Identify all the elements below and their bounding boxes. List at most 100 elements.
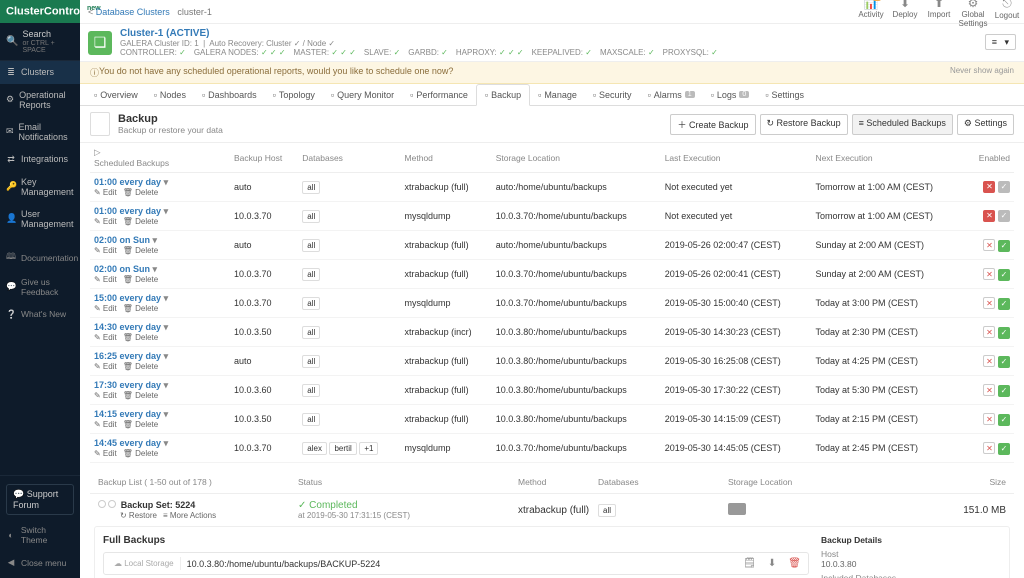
select-checkbox[interactable]	[108, 500, 116, 508]
edit-button[interactable]: ✎ Edit	[94, 304, 117, 313]
select-checkbox[interactable]	[98, 500, 106, 508]
enable-on-button[interactable]: ✓	[998, 269, 1010, 281]
enable-on-button[interactable]: ✓	[998, 327, 1010, 339]
enable-on-button[interactable]: ✓	[998, 385, 1010, 397]
sidebar-item-integrations[interactable]: ⇄Integrations	[0, 148, 80, 171]
backup-set: Backup Set: 5224 ↻ Restore≡ More Actions…	[90, 494, 1014, 578]
enable-on-button[interactable]: ✓	[998, 443, 1010, 455]
tab-performance[interactable]: ▫ Performance	[402, 84, 476, 105]
edit-button[interactable]: ✎ Edit	[94, 333, 117, 342]
edit-button[interactable]: ✎ Edit	[94, 420, 117, 429]
delete-button[interactable]: 🗑 Delete	[123, 420, 159, 429]
storage-location: 10.0.3.70:/home/ubuntu/backups	[492, 434, 661, 463]
delete-button[interactable]: 🗑 Delete	[123, 333, 159, 342]
tab-alarms[interactable]: ▫ Alarms 1	[640, 84, 703, 105]
edit-button[interactable]: ✎ Edit	[94, 449, 117, 458]
edit-button[interactable]: ✎ Edit	[94, 188, 117, 197]
schedule-name[interactable]: 02:00 on Sun ▾	[94, 235, 226, 246]
log-icon[interactable]: 🗒	[740, 558, 759, 569]
sidebar-item-user-management[interactable]: 👤User Management	[0, 203, 80, 235]
download-icon[interactable]: ⬇	[765, 558, 779, 569]
enable-off-button[interactable]: ✕	[983, 210, 995, 222]
topaction-global-settings[interactable]: ⚙Global Settings	[956, 0, 990, 30]
topaction-logout[interactable]: ⎋Logout	[990, 0, 1024, 30]
tab-overview[interactable]: ▫ Overview	[86, 84, 146, 105]
enable-on-button[interactable]: ✓	[998, 414, 1010, 426]
delete-button[interactable]: 🗑 Delete	[123, 217, 159, 226]
notice-never-show[interactable]: Never show again	[950, 66, 1014, 79]
edit-button[interactable]: ✎ Edit	[94, 275, 117, 284]
edit-button[interactable]: ✎ Edit	[94, 391, 117, 400]
tab-security[interactable]: ▫ Security	[585, 84, 640, 105]
sidebar-item-give-us-feedback[interactable]: 💬Give us Feedback	[0, 271, 80, 303]
sidebar-item-email-notifications[interactable]: ✉Email Notifications	[0, 116, 80, 148]
tab-manage[interactable]: ▫ Manage	[530, 84, 585, 105]
delete-button[interactable]: 🗑 Delete	[123, 188, 159, 197]
enable-on-button[interactable]: ✓	[998, 356, 1010, 368]
create-backup-button[interactable]: ＋ Create Backup	[670, 114, 755, 135]
edit-button[interactable]: ✎ Edit	[94, 217, 117, 226]
enable-off-button[interactable]: ✕	[983, 268, 995, 280]
enable-on-button[interactable]: ✓	[998, 210, 1010, 222]
delete-button[interactable]: 🗑 Delete	[123, 362, 159, 371]
schedule-name[interactable]: 01:00 every day ▾	[94, 206, 226, 217]
cluster-menu-button[interactable]: ≡ ▾	[985, 34, 1016, 50]
topaction-activity[interactable]: 📊1Activity	[854, 0, 888, 30]
play-all-icon[interactable]: ▷	[94, 147, 101, 157]
delete-button[interactable]: 🗑 Delete	[123, 449, 159, 458]
enable-off-button[interactable]: ✕	[983, 326, 995, 338]
schedule-name[interactable]: 16:25 every day ▾	[94, 351, 226, 362]
support-forum-button[interactable]: 💬 Support Forum	[6, 484, 74, 515]
sidebar-item-clusters[interactable]: ≣Clusters	[0, 61, 80, 84]
schedule-name[interactable]: 01:00 every day ▾	[94, 177, 226, 188]
settings-button[interactable]: ⚙ Settings	[957, 114, 1014, 135]
restore-button[interactable]: ↻ Restore	[120, 511, 157, 520]
tab-nodes[interactable]: ▫ Nodes	[146, 84, 194, 105]
tab-logs[interactable]: ▫ Logs 0	[703, 84, 758, 105]
enable-off-button[interactable]: ✕	[983, 181, 995, 193]
schedule-name[interactable]: 14:30 every day ▾	[94, 322, 226, 333]
schedule-name[interactable]: 14:45 every day ▾	[94, 438, 226, 449]
enable-on-button[interactable]: ✓	[998, 181, 1010, 193]
schedule-name[interactable]: 14:15 every day ▾	[94, 409, 226, 420]
sidebar-item-documentation[interactable]: 🕮Documentation	[0, 245, 80, 271]
databases: all	[298, 376, 400, 405]
tab-query-monitor[interactable]: ▫ Query Monitor	[323, 84, 402, 105]
sidebar-item-operational-reports[interactable]: ⚙Operational Reports	[0, 84, 80, 116]
method: mysqldump	[401, 202, 492, 231]
delete-button[interactable]: 🗑 Delete	[123, 275, 159, 284]
edit-button[interactable]: ✎ Edit	[94, 246, 117, 255]
tab-dashboards[interactable]: ▫ Dashboards	[194, 84, 265, 105]
delete-button[interactable]: 🗑 Delete	[123, 246, 159, 255]
sidebar-item-key-management[interactable]: 🔑Key Management	[0, 171, 80, 203]
enable-on-button[interactable]: ✓	[998, 240, 1010, 252]
scheduled-backups-button[interactable]: ≡ Scheduled Backups	[852, 114, 953, 135]
topaction-deploy[interactable]: ⬇Deploy	[888, 0, 922, 30]
more-actions-button[interactable]: ≡ More Actions	[163, 511, 216, 520]
edit-button[interactable]: ✎ Edit	[94, 362, 117, 371]
enable-off-button[interactable]: ✕	[983, 413, 995, 425]
sidebar-item-close-menu[interactable]: ◀Close menu	[0, 551, 80, 574]
enable-off-button[interactable]: ✕	[983, 355, 995, 367]
breadcrumb-root[interactable]: Database Clusters	[96, 7, 170, 17]
delete-button[interactable]: 🗑 Delete	[123, 304, 159, 313]
sidebar-item-switch-theme[interactable]: ◐Switch Theme	[0, 519, 80, 551]
schedule-name[interactable]: 17:30 every day ▾	[94, 380, 226, 391]
enable-off-button[interactable]: ✕	[983, 384, 995, 396]
delete-icon[interactable]: 🗑	[785, 558, 804, 569]
schedule-name[interactable]: 15:00 every day ▾	[94, 293, 226, 304]
enable-on-button[interactable]: ✓	[998, 298, 1010, 310]
tab-backup[interactable]: ▫ Backup	[476, 84, 530, 106]
sidebar-item-what's-new[interactable]: ❔What's New	[0, 303, 80, 326]
tab-topology[interactable]: ▫ Topology	[265, 84, 323, 105]
topaction-import[interactable]: ⬆Import	[922, 0, 956, 30]
schedule-name[interactable]: 02:00 on Sun ▾	[94, 264, 226, 275]
tab-settings[interactable]: ▫ Settings	[757, 84, 812, 105]
delete-button[interactable]: 🗑 Delete	[123, 391, 159, 400]
restore-backup-button[interactable]: ↻ Restore Backup	[760, 114, 848, 135]
enable-off-button[interactable]: ✕	[983, 239, 995, 251]
enable-off-button[interactable]: ✕	[983, 297, 995, 309]
storage-location: 10.0.3.70:/home/ubuntu/backups	[492, 202, 661, 231]
global-search[interactable]: 🔍 Searchor CTRL + SPACE	[0, 23, 80, 61]
enable-off-button[interactable]: ✕	[983, 442, 995, 454]
